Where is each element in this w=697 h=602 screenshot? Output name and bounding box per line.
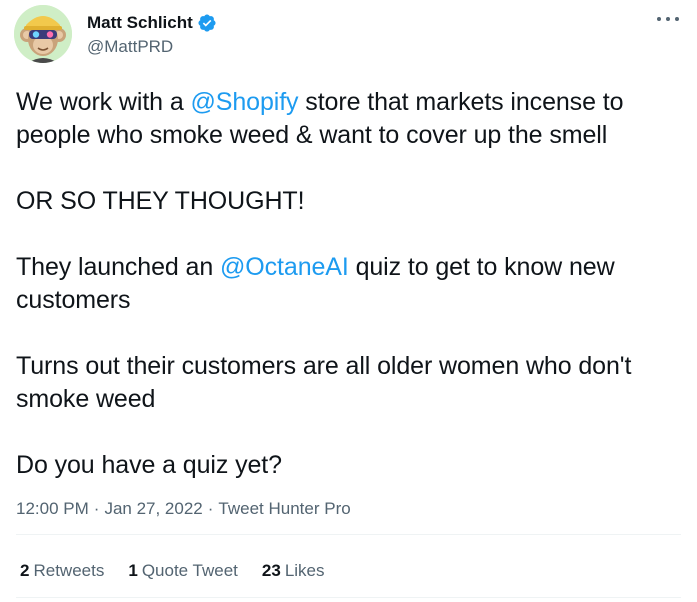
- tweet-paragraph-4: Turns out their customers are all older …: [16, 352, 632, 413]
- more-dot: [675, 17, 679, 21]
- divider: [16, 534, 681, 535]
- tweet-paragraph-5: Do you have a quiz yet?: [16, 451, 282, 479]
- display-name[interactable]: Matt Schlicht: [87, 12, 193, 34]
- text-segment: We work with a: [16, 88, 191, 116]
- author-block: Matt Schlicht @MattPRD: [87, 12, 217, 58]
- tweet-time[interactable]: 12:00 PM: [16, 499, 89, 518]
- tweet-paragraph-3: They launched an @OctaneAI quiz to get t…: [16, 251, 686, 317]
- more-options-icon[interactable]: [657, 12, 679, 26]
- retweets-count: 2: [20, 561, 30, 580]
- mention-shopify-link[interactable]: @Shopify: [190, 88, 298, 116]
- tweet-paragraph-2: OR SO THEY THOUGHT!: [16, 187, 305, 215]
- tweet-card: Matt Schlicht @MattPRD We work with a @S…: [0, 0, 697, 602]
- cartoon-monkey-avatar-icon: [14, 5, 72, 63]
- meta-separator: ·: [207, 499, 214, 518]
- likes-stat[interactable]: 23 Likes: [262, 560, 325, 582]
- author-handle[interactable]: @MattPRD: [87, 36, 217, 58]
- more-dot: [666, 17, 670, 21]
- name-row: Matt Schlicht: [87, 12, 217, 34]
- tweet-text: We work with a @Shopify store that marke…: [16, 86, 686, 482]
- quotes-label: Quote Tweet: [141, 561, 238, 580]
- avatar[interactable]: [14, 5, 72, 63]
- tweet-source-link[interactable]: Tweet Hunter Pro: [218, 499, 350, 518]
- tweet-stats: 2 Retweets 1 Quote Tweet 23 Likes: [20, 560, 349, 582]
- more-dot: [657, 17, 661, 21]
- verified-badge-icon: [197, 13, 217, 33]
- tweet-paragraph-1: We work with a @Shopify store that marke…: [16, 86, 686, 152]
- likes-count: 23: [261, 561, 281, 580]
- retweets-stat[interactable]: 2 Retweets: [20, 560, 104, 582]
- text-segment: They launched an: [16, 253, 221, 281]
- likes-label: Likes: [284, 561, 325, 580]
- divider: [16, 597, 681, 598]
- quotes-count: 1: [128, 561, 138, 580]
- mention-octaneai-link[interactable]: @OctaneAI: [220, 253, 349, 281]
- retweets-label: Retweets: [33, 561, 105, 580]
- tweet-date[interactable]: Jan 27, 2022: [104, 499, 202, 518]
- quote-tweets-stat[interactable]: 1 Quote Tweet: [128, 560, 238, 582]
- meta-separator: ·: [93, 499, 100, 518]
- tweet-meta: 12:00 PM · Jan 27, 2022 · Tweet Hunter Pro: [16, 498, 351, 520]
